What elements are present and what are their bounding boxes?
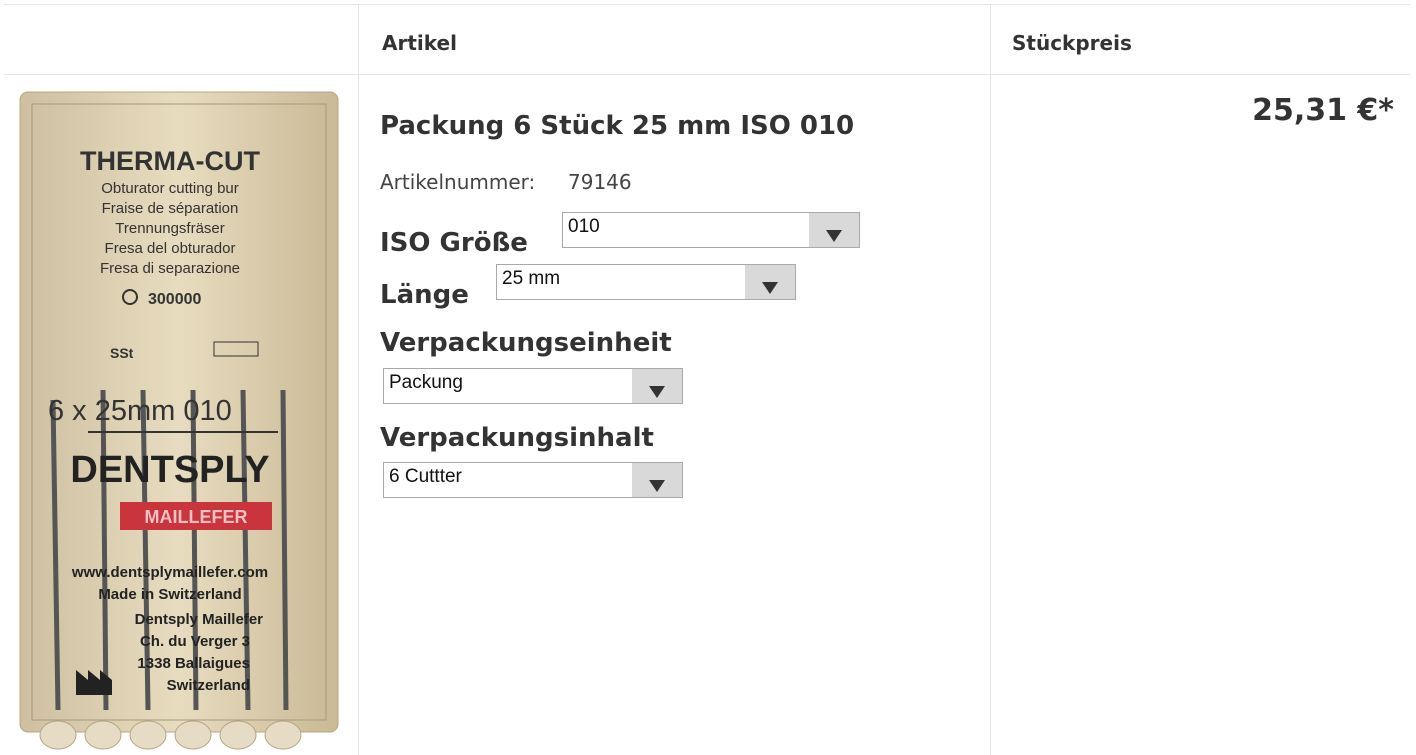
svg-text:Obturator cutting bur: Obturator cutting bur <box>101 180 239 197</box>
article-number-label: Artikelnummer: <box>380 170 536 194</box>
svg-text:Fresa di separazione: Fresa di separazione <box>100 260 240 277</box>
row-divider <box>4 4 1410 5</box>
svg-text:Fraise de séparation: Fraise de séparation <box>102 200 239 217</box>
box-brand: DENTSPLY <box>70 449 269 491</box>
svg-text:SSt: SSt <box>110 345 134 361</box>
box-title: THERMA-CUT <box>80 146 260 176</box>
length-select[interactable]: 25 mm <box>496 264 796 300</box>
chevron-down-icon[interactable] <box>632 463 682 497</box>
packaging-content-label: Verpackungsinhalt <box>380 423 654 453</box>
packaging-unit-value: Packung <box>389 372 463 393</box>
unit-price: 25,31 €* <box>1252 93 1394 128</box>
svg-text:Fresa del obturador: Fresa del obturador <box>105 240 236 257</box>
iso-size-select[interactable]: 010 <box>562 212 860 248</box>
svg-text:Trennungsfräser: Trennungsfräser <box>115 220 225 237</box>
svg-text:MAILLEFER: MAILLEFER <box>145 507 248 527</box>
svg-text:Made in Switzerland: Made in Switzerland <box>98 586 241 603</box>
length-value: 25 mm <box>502 268 561 289</box>
svg-text:1338 Ballaigues: 1338 Ballaigues <box>137 655 250 672</box>
product-table: Artikel Stückpreis THERMA-CUT Obturator … <box>0 0 1416 755</box>
article-number: 79146 <box>568 170 632 194</box>
packaging-unit-label: Verpackungseinheit <box>380 328 672 358</box>
svg-text:www.dentsplymaillefer.com: www.dentsplymaillefer.com <box>71 564 268 581</box>
column-divider <box>990 4 991 755</box>
packaging-content-value: 6 Cuttter <box>389 466 462 487</box>
packaging-unit-select[interactable]: Packung <box>383 368 683 404</box>
header-article: Artikel <box>382 31 457 55</box>
chevron-down-icon[interactable] <box>809 213 859 247</box>
iso-size-label: ISO Größe <box>380 228 528 258</box>
row-divider <box>4 74 1410 75</box>
box-size: 6 x 25mm 010 <box>48 395 232 427</box>
column-divider <box>358 4 359 755</box>
iso-size-value: 010 <box>568 216 600 237</box>
svg-text:Dentsply Maillefer: Dentsply Maillefer <box>135 611 264 628</box>
header-unit-price: Stückpreis <box>1012 31 1132 55</box>
product-image[interactable]: THERMA-CUT Obturator cutting bur Fraise … <box>18 90 340 755</box>
product-title: Packung 6 Stück 25 mm ISO 010 <box>380 111 855 141</box>
svg-text:300000: 300000 <box>148 291 201 308</box>
svg-text:Ch. du Verger 3: Ch. du Verger 3 <box>140 633 250 650</box>
chevron-down-icon[interactable] <box>632 369 682 403</box>
length-label: Länge <box>380 280 469 310</box>
chevron-down-icon[interactable] <box>745 265 795 299</box>
svg-text:Switzerland: Switzerland <box>167 677 250 694</box>
packaging-content-select[interactable]: 6 Cuttter <box>383 462 683 498</box>
